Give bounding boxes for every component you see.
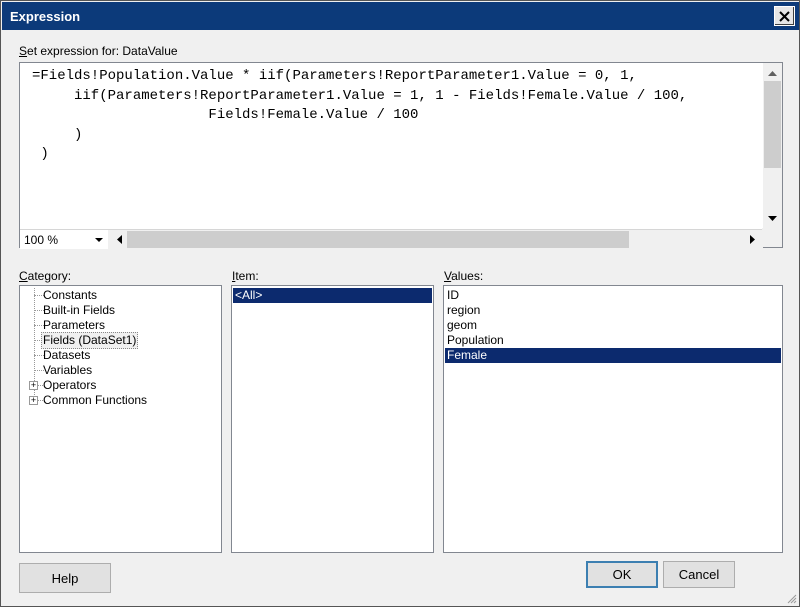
title-bar[interactable]: Expression (2, 2, 799, 30)
list-item[interactable]: Population (445, 333, 781, 348)
item-label: Item: (232, 269, 259, 283)
vertical-scrollbar[interactable] (763, 63, 782, 229)
tree-item-variables[interactable]: Variables (20, 363, 220, 378)
tree-item-parameters[interactable]: Parameters (20, 318, 220, 333)
values-list[interactable]: ID region geom Population Female (443, 285, 783, 553)
expand-plus-icon[interactable]: + (29, 396, 38, 405)
close-icon (779, 10, 790, 22)
tree-item-label: Built-in Fields (43, 303, 116, 317)
tree-item-constants[interactable]: Constants (20, 288, 220, 303)
category-label: Category: (19, 269, 72, 283)
item-list[interactable]: <All> (231, 285, 434, 553)
expand-plus-icon[interactable]: + (29, 381, 38, 390)
arrow-up-icon (768, 70, 777, 76)
chevron-down-icon (95, 238, 103, 242)
values-label: Values: (444, 269, 484, 283)
list-item[interactable]: <All> (233, 288, 432, 303)
cancel-button[interactable]: Cancel (663, 561, 735, 588)
scroll-up-button[interactable] (764, 64, 781, 81)
arrow-left-icon (116, 235, 122, 244)
tree-item-label: Variables (43, 363, 93, 377)
vertical-scroll-thumb[interactable] (764, 81, 781, 168)
ok-button[interactable]: OK (586, 561, 658, 588)
category-tree[interactable]: Constants Built-in Fields Parameters Fie… (19, 285, 222, 553)
tree-item-label: Common Functions (43, 393, 148, 407)
horizontal-scroll-thumb[interactable] (127, 231, 629, 248)
tree-item-label: Operators (43, 378, 97, 392)
arrow-down-icon (768, 215, 777, 221)
zoom-value: 100 % (24, 232, 59, 247)
list-item[interactable]: region (445, 303, 781, 318)
expression-label: Set expression for: DataValue (19, 44, 178, 58)
tree-item-built-in-fields[interactable]: Built-in Fields (20, 303, 220, 318)
tree-item-label: Parameters (43, 318, 106, 332)
tree-item-operators[interactable]: + Operators (20, 378, 220, 393)
list-item[interactable]: geom (445, 318, 781, 333)
close-button[interactable] (774, 6, 795, 26)
scroll-right-button[interactable] (744, 231, 761, 248)
tree-item-label: Datasets (43, 348, 91, 362)
scroll-left-button[interactable] (110, 231, 127, 248)
arrow-right-icon (749, 235, 755, 244)
editor-bottom-bar: 100 % (20, 229, 763, 249)
tree-item-common-functions[interactable]: + Common Functions (20, 393, 220, 408)
zoom-dropdown[interactable]: 100 % (20, 230, 108, 249)
scroll-down-button[interactable] (764, 210, 781, 227)
expression-code[interactable]: =Fields!Population.Value * iif(Parameter… (20, 63, 763, 229)
window-title: Expression (10, 9, 81, 24)
list-item[interactable]: Female (445, 348, 781, 363)
tree-item-label: Constants (43, 288, 98, 302)
tree-item-label: Fields (DataSet1) (41, 332, 139, 349)
tree-item-datasets[interactable]: Datasets (20, 348, 220, 363)
expression-dialog: Expression Set expression for: DataValue… (0, 0, 800, 607)
scrollbar-corner (762, 228, 782, 247)
horizontal-scrollbar[interactable] (109, 230, 763, 249)
help-button[interactable]: Help (19, 563, 111, 593)
tree-item-fields[interactable]: Fields (DataSet1) (20, 332, 220, 349)
list-item[interactable]: ID (445, 288, 781, 303)
expression-editor[interactable]: =Fields!Population.Value * iif(Parameter… (19, 62, 783, 249)
resize-grip-icon[interactable] (785, 592, 797, 604)
